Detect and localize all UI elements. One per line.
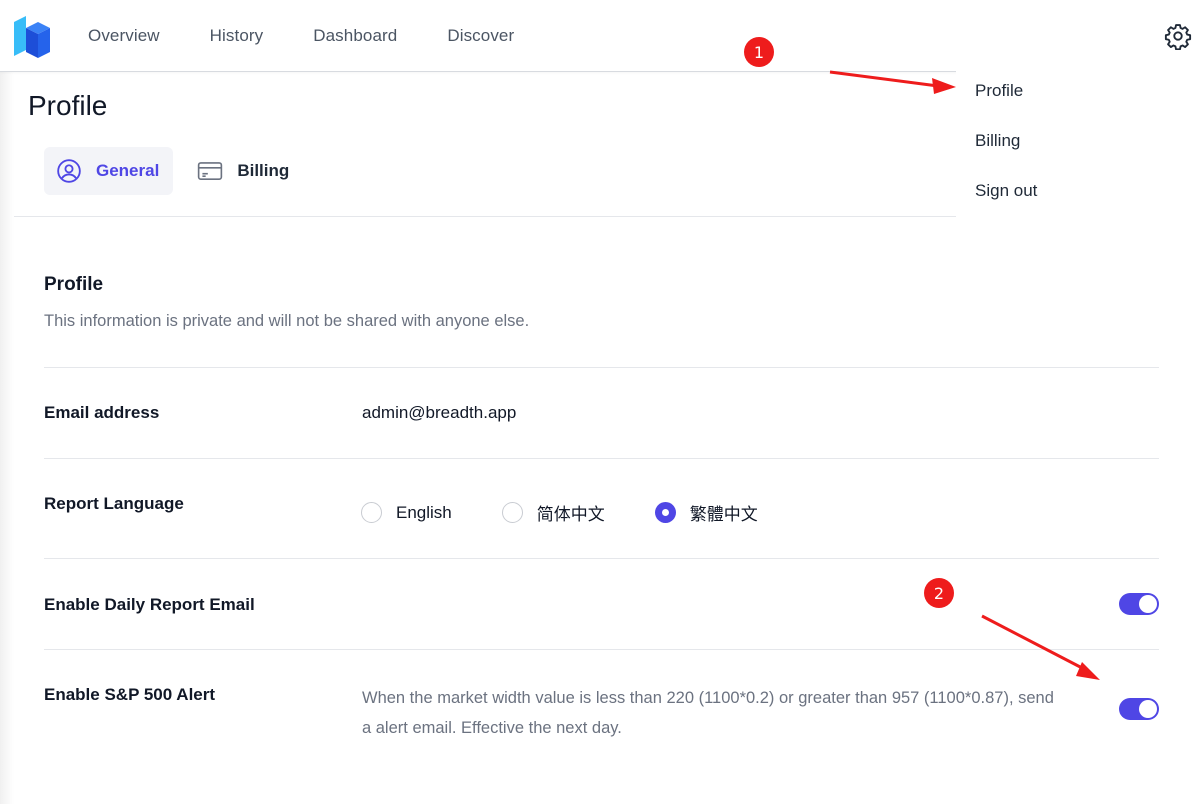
row-divider	[44, 367, 1159, 368]
radio-label: 繁體中文	[689, 505, 758, 524]
radio-label: 简体中文	[536, 505, 605, 524]
email-value: admin@breadth.app	[362, 403, 517, 422]
report-language-radio-group: English 简体中文 繁體中文	[361, 500, 808, 525]
row-divider	[44, 649, 1159, 650]
settings-dropdown-menu: Profile Billing Sign out	[956, 70, 1200, 216]
page-edge-shadow	[0, 72, 14, 804]
section-description: This information is private and will not…	[44, 312, 530, 330]
report-language-label: Report Language	[44, 494, 184, 513]
top-navigation-bar: Overview History Dashboard Discover	[0, 0, 1200, 72]
tab-billing-label: Billing	[237, 161, 290, 180]
annotation-marker-2: 2	[924, 578, 954, 608]
radio-traditional-chinese[interactable]: 繁體中文	[654, 500, 758, 525]
gear-icon	[1164, 24, 1192, 51]
menu-item-sign-out[interactable]: Sign out	[975, 181, 1037, 201]
sp500-alert-description: When the market width value is less than…	[362, 683, 1122, 743]
tab-general-label: General	[96, 161, 160, 180]
nav-dashboard[interactable]: Dashboard	[313, 26, 397, 46]
sp500-alert-toggle[interactable]	[1119, 698, 1159, 720]
page-title: Profile	[28, 90, 108, 121]
logo-cube-icon	[14, 16, 50, 58]
toggle-knob	[1139, 595, 1157, 613]
profile-tabs: General Billing	[44, 147, 303, 195]
daily-report-email-label: Enable Daily Report Email	[44, 595, 255, 614]
menu-item-profile[interactable]: Profile	[975, 81, 1023, 101]
app-logo[interactable]	[12, 14, 52, 58]
row-divider	[44, 458, 1159, 459]
tab-general[interactable]: General	[44, 147, 174, 195]
annotation-arrow-2	[981, 614, 1087, 672]
radio-english[interactable]: English	[361, 502, 452, 523]
sp500-description-line-1: When the market width value is less than…	[362, 689, 1054, 707]
daily-report-email-toggle[interactable]	[1119, 593, 1159, 615]
annotation-arrowhead-1	[932, 78, 956, 94]
radio-label: English	[396, 502, 452, 522]
main-nav: Overview History Dashboard Discover	[88, 0, 514, 72]
credit-card-icon	[198, 162, 223, 180]
annotation-marker-1: 1	[744, 37, 774, 67]
radio-simplified-chinese[interactable]: 简体中文	[501, 500, 605, 525]
toggle-knob	[1139, 700, 1157, 718]
section-title: Profile	[44, 274, 104, 295]
sp500-description-line-2: a alert email. Effective the next day.	[362, 719, 622, 737]
menu-item-billing[interactable]: Billing	[975, 131, 1020, 151]
tab-billing[interactable]: Billing	[185, 147, 303, 195]
sp500-alert-label: Enable S&P 500 Alert	[44, 685, 216, 704]
radio-button[interactable]	[361, 502, 382, 523]
nav-discover[interactable]: Discover	[447, 26, 514, 46]
tabs-divider	[14, 216, 956, 217]
radio-button-selected[interactable]	[654, 502, 676, 523]
annotation-arrow-1	[829, 70, 939, 88]
nav-overview[interactable]: Overview	[88, 26, 160, 46]
email-label: Email address	[44, 403, 160, 422]
annotation-arrowhead-2	[1076, 662, 1100, 680]
radio-button[interactable]	[501, 502, 523, 523]
row-divider	[44, 558, 1159, 559]
nav-history[interactable]: History	[210, 26, 264, 46]
user-circle-icon	[57, 159, 81, 183]
settings-gear-button[interactable]	[1164, 22, 1192, 51]
